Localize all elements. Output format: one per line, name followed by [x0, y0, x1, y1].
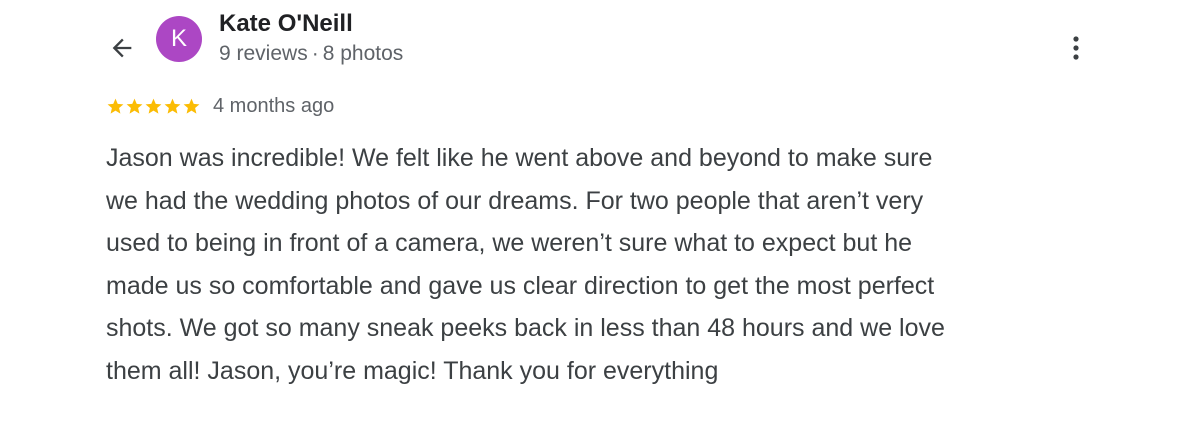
- review-text: Jason was incredible! We felt like he we…: [106, 144, 945, 385]
- arrow-left-icon: [112, 38, 132, 58]
- author-meta: 9 reviews · 8 photos: [219, 42, 403, 66]
- more-options-button[interactable]: [1060, 30, 1092, 66]
- review-time: 4 months ago: [213, 94, 335, 117]
- star-icon: [164, 98, 181, 114]
- photo-count: 8 photos: [322, 42, 404, 65]
- back-button[interactable]: [106, 32, 138, 64]
- author-name[interactable]: Kate O'Neill: [219, 10, 353, 38]
- star-rating: [106, 97, 201, 116]
- rating-row: 4 months ago: [106, 93, 334, 119]
- star-icon: [107, 98, 124, 114]
- more-vertical-icon: [1073, 36, 1079, 60]
- review-count: 9 reviews: [219, 42, 308, 65]
- review-card: K Kate O'Neill 9 reviews · 8 photos 4 mont…: [0, 0, 1200, 424]
- star-icon: [126, 98, 143, 114]
- avatar[interactable]: K: [156, 16, 202, 62]
- star-icon: [183, 98, 200, 114]
- star-icon: [145, 98, 162, 114]
- meta-separator: ·: [311, 42, 319, 65]
- avatar-initial: K: [170, 25, 187, 52]
